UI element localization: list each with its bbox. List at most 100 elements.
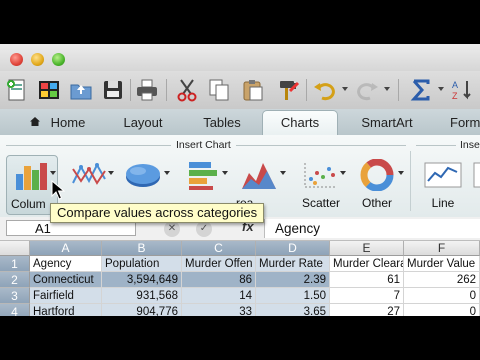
copy-icon[interactable]	[206, 77, 232, 103]
group-insert-chart-title: Insert Chart	[176, 139, 231, 151]
row-header[interactable]: 3	[0, 288, 30, 304]
mouse-pointer-icon	[51, 180, 65, 200]
table-cell[interactable]: 61	[330, 272, 404, 288]
other-chart-button[interactable]: Other	[352, 155, 402, 213]
title-bar	[0, 44, 480, 71]
toolbar-separator	[398, 79, 399, 101]
tab-smartart[interactable]: SmartArt	[342, 111, 432, 135]
scatter-chart-icon	[304, 163, 337, 188]
column-header[interactable]: E	[330, 241, 404, 256]
scatter-chart-chevron-icon[interactable]	[340, 171, 346, 175]
table-cell[interactable]: 0	[404, 288, 480, 304]
column-header[interactable]: D	[256, 241, 330, 256]
autosum-menu-chevron-icon[interactable]	[438, 87, 444, 91]
scatter-chart-button[interactable]: Scatter	[296, 155, 346, 213]
group-divider	[236, 145, 406, 146]
pie-chart-chevron-icon[interactable]	[164, 171, 170, 175]
group-divider	[416, 145, 456, 146]
area-chart-chevron-icon[interactable]	[280, 171, 286, 175]
tab-layout[interactable]: Layout	[104, 111, 182, 135]
table-cell[interactable]: 33	[182, 304, 256, 316]
column-header[interactable]: A	[30, 241, 102, 256]
spreadsheet-grid: A B C D E F 1 Agency Population Murder O…	[0, 241, 480, 316]
tab-tables[interactable]: Tables	[184, 111, 260, 135]
table-cell[interactable]: 262	[404, 272, 480, 288]
tab-home[interactable]: Home	[44, 111, 92, 135]
line-chart-chevron-icon[interactable]	[108, 171, 114, 175]
pie-chart-icon	[126, 164, 160, 187]
tab-formulas[interactable]: Form	[436, 111, 480, 135]
row-header[interactable]: 2	[0, 272, 30, 288]
table-cell[interactable]: Hartford	[30, 304, 102, 316]
paste-icon[interactable]	[240, 77, 266, 103]
letterbox-top	[0, 0, 480, 44]
zoom-window-button[interactable]	[52, 53, 65, 66]
sparkline-line-button[interactable]: Line	[418, 155, 468, 213]
undo-menu-chevron-icon[interactable]	[342, 87, 348, 91]
bar-chart-chevron-icon[interactable]	[222, 171, 228, 175]
column-header[interactable]: B	[102, 241, 182, 256]
redo-icon[interactable]	[354, 77, 380, 103]
sparkline-column-button[interactable]	[472, 155, 480, 213]
row-header[interactable]: 4	[0, 304, 30, 316]
tab-charts[interactable]: Charts	[262, 110, 338, 136]
table-cell[interactable]: 86	[182, 272, 256, 288]
doughnut-chart-icon	[360, 159, 394, 191]
gallery-icon[interactable]	[36, 77, 62, 103]
cut-icon[interactable]	[174, 77, 200, 103]
open-icon[interactable]	[68, 77, 94, 103]
table-cell[interactable]: Agency	[30, 256, 102, 272]
toolbar-separator	[306, 79, 307, 101]
formula-input[interactable]: Agency	[264, 219, 480, 238]
table-cell[interactable]: Murder Value	[404, 256, 480, 272]
column-header[interactable]: F	[404, 241, 480, 256]
table-cell[interactable]: Population	[102, 256, 182, 272]
new-workbook-icon[interactable]	[4, 77, 30, 103]
table-cell[interactable]: 2.39	[256, 272, 330, 288]
table-cell[interactable]: Murder Rate	[256, 256, 330, 272]
other-chart-chevron-icon[interactable]	[398, 171, 404, 175]
area-chart-icon	[242, 163, 276, 189]
standard-toolbar: AZ	[0, 71, 480, 110]
table-cell[interactable]: 14	[182, 288, 256, 304]
table-cell[interactable]: 3.65	[256, 304, 330, 316]
group-separator	[410, 151, 411, 211]
table-cell[interactable]: Fairfield	[30, 288, 102, 304]
sparkline-line-label: Line	[431, 196, 455, 210]
redo-menu-chevron-icon[interactable]	[384, 87, 390, 91]
bar-chart-icon	[189, 162, 217, 190]
confirm-formula-button[interactable]: ✓	[196, 221, 212, 237]
sort-icon[interactable]: AZ	[450, 77, 476, 103]
table-cell[interactable]: Murder Cleara	[330, 256, 404, 272]
toolbar-separator	[166, 79, 167, 101]
autosum-icon[interactable]	[408, 77, 434, 103]
column-chart-chevron-icon[interactable]	[50, 171, 56, 175]
table-cell[interactable]: 3,594,649	[102, 272, 182, 288]
table-cell[interactable]: 904,776	[102, 304, 182, 316]
save-icon[interactable]	[100, 77, 126, 103]
excel-window: AZ Home Layout Tables Charts SmartArt Fo…	[0, 44, 480, 316]
table-cell[interactable]: 7	[330, 288, 404, 304]
other-chart-label: Other	[361, 196, 392, 210]
row-header[interactable]: 1	[0, 256, 30, 272]
home-icon	[30, 117, 40, 126]
toolbar-separator	[130, 79, 131, 101]
table-cell[interactable]: Connecticut	[30, 272, 102, 288]
sparkline-column-icon	[473, 162, 480, 188]
column-header[interactable]: C	[182, 241, 256, 256]
table-cell[interactable]: 931,568	[102, 288, 182, 304]
cancel-formula-button[interactable]: ✕	[164, 221, 180, 237]
table-cell[interactable]: Murder Offen	[182, 256, 256, 272]
print-icon[interactable]	[134, 77, 160, 103]
table-cell[interactable]: 0	[404, 304, 480, 316]
line-chart-icon	[72, 162, 106, 185]
table-cell[interactable]: 1.50	[256, 288, 330, 304]
undo-icon[interactable]	[312, 77, 338, 103]
minimize-window-button[interactable]	[31, 53, 44, 66]
group-divider	[6, 145, 171, 146]
scatter-chart-label: Scatter	[301, 196, 340, 210]
select-all-corner[interactable]	[0, 241, 30, 256]
format-painter-icon[interactable]	[276, 77, 302, 103]
table-cell[interactable]: 27	[330, 304, 404, 316]
close-window-button[interactable]	[10, 53, 23, 66]
